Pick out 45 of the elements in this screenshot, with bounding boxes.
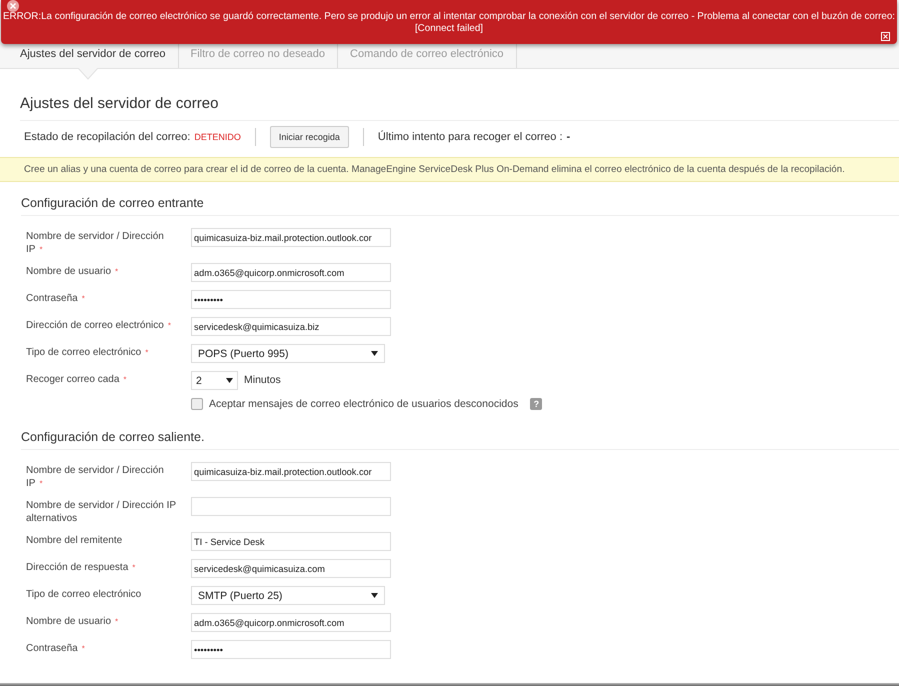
field-label: Contraseña *	[26, 642, 86, 655]
dropdown[interactable]: POPS (Puerto 995)	[191, 344, 385, 363]
input-field[interactable]: quimicasuiza-biz.mail.protection.outlook.cor	[191, 228, 391, 247]
close-icon[interactable]	[7, 0, 19, 12]
status-value: DETENIDO	[194, 132, 241, 142]
section-title: Configuración de correo entrante	[21, 196, 899, 216]
field-label: Recoger correo cada *	[26, 373, 128, 386]
input-field[interactable]: servicedesk@quimicasuiza.com	[191, 559, 391, 578]
field-label: Nombre del remitente	[26, 534, 124, 547]
error-detail: [Connect failed]	[414, 23, 484, 35]
field-label: Dirección de respuesta *	[26, 561, 136, 574]
field-label: Nombre de servidor / Dirección IP alternativos	[26, 499, 176, 525]
input-field[interactable]	[191, 497, 391, 516]
field-label: Dirección de correo electrónico *	[26, 319, 172, 332]
input-field[interactable]: adm.o365@quicorp.onmicrosoft.com	[191, 263, 391, 282]
last-attempt-value: -	[566, 131, 570, 143]
page-title: Ajustes del servidor de correo	[20, 95, 220, 112]
dropdown[interactable]: 2	[191, 371, 238, 390]
input-field[interactable]: •••••••••	[191, 640, 391, 659]
field-label: Contraseña *	[26, 292, 86, 305]
caret-icon	[226, 378, 233, 383]
error-message: ERROR:La configuración de correo electrónico se guardó correctamente. Pero se produjo un error al intentar comprobar la conexión con el servidor de correo - Problema al conectar con el buzón de correo:	[2, 11, 896, 23]
notice-text: Cree un alias y una cuenta de correo para crear el id de correo de la cuenta. ManageEngine ServiceDesk Plus On-Demand elimina el correo electrónico de la cuenta después de la recopilación.	[0, 157, 899, 182]
input-field[interactable]: quimicasuiza-biz.mail.protection.outlook.cor	[191, 462, 391, 481]
unit-label: Minutos	[244, 373, 281, 386]
input-field[interactable]: •••••••••	[191, 290, 391, 309]
status-label: Estado de recopilación del correo:	[24, 131, 190, 143]
checkbox[interactable]	[191, 398, 203, 410]
start-button[interactable]: Iniciar recogida	[270, 126, 349, 148]
section-title: Configuración de correo saliente.	[21, 430, 899, 450]
input-field[interactable]: adm.o365@quicorp.onmicrosoft.com	[191, 613, 391, 632]
caret-icon	[371, 351, 378, 356]
last-attempt-label: Último intento para recoger el correo :	[378, 131, 563, 143]
caret-icon	[371, 593, 378, 598]
field-label: Tipo de correo electrónico	[26, 588, 142, 601]
checkbox-label: Aceptar mensajes de correo electrónico de usuarios desconocidos	[209, 398, 518, 410]
dropdown[interactable]: SMTP (Puerto 25)	[191, 586, 385, 605]
field-label: Tipo de correo electrónico *	[26, 346, 150, 359]
input-field[interactable]: TI - Service Desk	[191, 532, 391, 551]
field-label: Nombre de servidor / Dirección IP *	[26, 230, 165, 256]
close-icon[interactable]	[881, 32, 890, 41]
field-label: Nombre de usuario *	[26, 265, 120, 278]
input-field[interactable]: servicedesk@quimicasuiza.biz	[191, 317, 391, 336]
field-label: Nombre de servidor / Dirección IP *	[26, 464, 165, 490]
field-label: Nombre de usuario *	[26, 615, 120, 628]
